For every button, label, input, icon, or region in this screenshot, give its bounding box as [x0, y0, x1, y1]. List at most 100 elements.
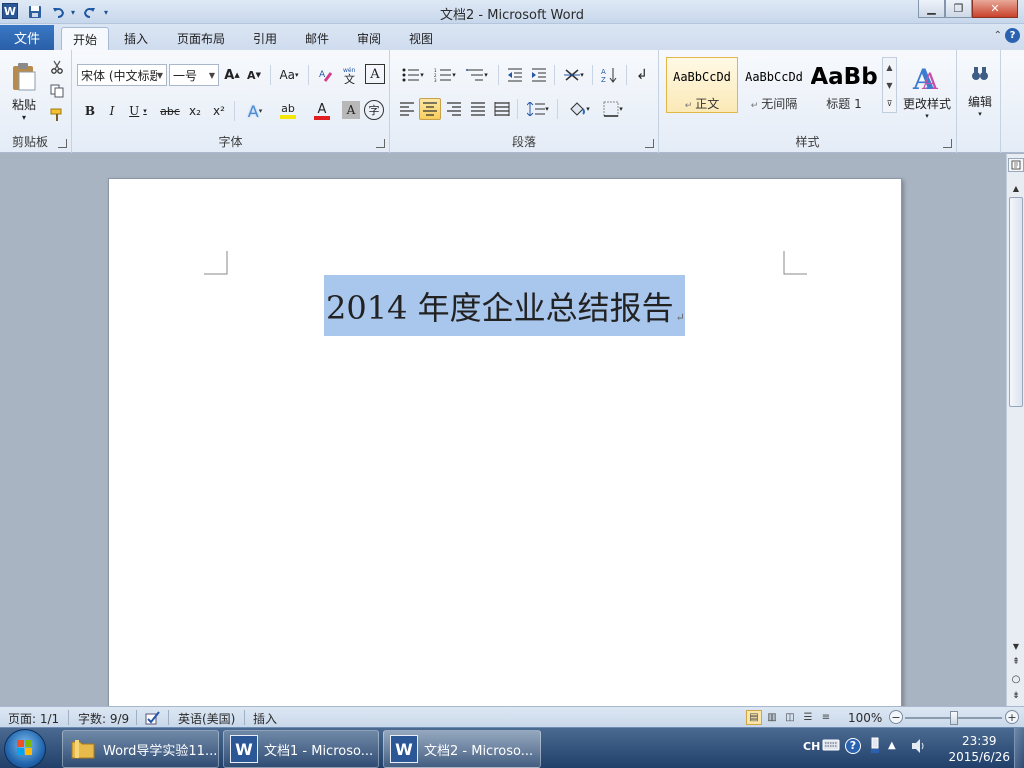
shading-button[interactable]: ▾ — [563, 98, 595, 120]
underline-button[interactable]: U ▾ — [124, 100, 152, 122]
subscript-button[interactable]: x₂ — [184, 100, 206, 122]
show-desktop-button[interactable] — [1014, 728, 1024, 768]
justify-icon[interactable] — [467, 98, 489, 120]
tab-view[interactable]: 视图 — [401, 27, 441, 50]
keyboard-icon[interactable] — [822, 738, 840, 755]
tray-tool-icon[interactable] — [869, 737, 881, 758]
help-icon[interactable]: ? — [845, 738, 861, 754]
ime-indicator[interactable]: CH — [803, 740, 820, 753]
show-hidden-icons-icon[interactable]: ▲ — [888, 740, 896, 751]
gallery-more-icon[interactable]: ⊽ — [887, 99, 893, 108]
grow-font-button[interactable]: A ▲ — [222, 64, 242, 86]
zoom-slider-thumb[interactable] — [949, 711, 958, 725]
align-left-icon[interactable] — [396, 98, 418, 120]
character-border-button[interactable]: A — [365, 64, 385, 84]
outline-view-icon[interactable]: ☰ — [800, 710, 816, 725]
tab-insert[interactable]: 插入 — [116, 27, 156, 50]
document-page[interactable]: 2014 年度企业总结报告 ↵ — [108, 178, 902, 718]
paste-button[interactable]: 粘贴 ▾ — [6, 56, 42, 128]
show-marks-icon[interactable]: ↲ — [632, 64, 652, 86]
gallery-down-icon[interactable]: ▼ — [886, 81, 892, 90]
scroll-down-icon[interactable]: ▼ — [1008, 638, 1024, 654]
change-styles-button[interactable]: AA 更改样式 ▾ — [901, 56, 953, 126]
maximize-icon[interactable]: ❐ — [945, 0, 972, 18]
align-right-icon[interactable] — [443, 98, 465, 120]
increase-indent-icon[interactable] — [528, 64, 550, 86]
zoom-in-icon[interactable]: + — [1005, 710, 1019, 724]
browse-object-icon[interactable]: ○ — [1008, 671, 1024, 687]
clear-format-icon[interactable]: A — [315, 64, 337, 86]
style-no-spacing[interactable]: AaBbCcDd ↵ 无间隔 — [738, 57, 810, 113]
help-icon[interactable]: ? — [1005, 28, 1020, 43]
gallery-up-icon[interactable]: ▲ — [886, 63, 892, 72]
draft-view-icon[interactable]: ≡ — [818, 710, 834, 725]
phonetic-guide-button[interactable]: wén 文 — [340, 64, 362, 86]
styles-launcher-icon[interactable] — [943, 139, 952, 148]
distributed-icon[interactable] — [491, 98, 513, 120]
character-shading-button[interactable]: A — [342, 101, 360, 119]
decrease-indent-icon[interactable] — [504, 64, 526, 86]
previous-page-icon[interactable]: ⇞ — [1008, 654, 1024, 670]
tab-references[interactable]: 引用 — [245, 27, 285, 50]
font-launcher-icon[interactable] — [376, 139, 385, 148]
strikethrough-button[interactable]: abc — [158, 100, 182, 122]
clock[interactable]: 23:39 2015/6/26 — [948, 733, 1010, 765]
zoom-level[interactable]: 100% — [848, 710, 882, 726]
cut-icon[interactable] — [48, 58, 66, 76]
style-heading-1[interactable]: AaBb 标题 1 — [810, 57, 878, 113]
numbering-button[interactable]: 1 2 3 ▾ — [430, 64, 460, 86]
close-icon[interactable]: ✕ — [972, 0, 1018, 18]
font-name-select[interactable]: 宋体 (中文标题 ▼ — [77, 64, 167, 86]
borders-button[interactable]: ▾ — [597, 98, 629, 120]
clipboard-launcher-icon[interactable] — [58, 139, 67, 148]
shrink-font-button[interactable]: A ▼ — [244, 64, 264, 86]
style-normal[interactable]: AaBbCcDd ↵ 正文 — [666, 57, 738, 113]
insert-mode[interactable]: 插入 — [253, 710, 277, 726]
heading-text[interactable]: 2014 年度企业总结报告 — [326, 283, 674, 329]
taskbar-item-doc1[interactable]: W 文档1 - Microso... — [223, 730, 379, 768]
bullets-button[interactable]: ▾ — [398, 64, 428, 86]
minimize-ribbon-icon[interactable]: ⌃ — [994, 30, 1002, 41]
align-center-button[interactable] — [419, 98, 441, 120]
document-heading[interactable]: 2014 年度企业总结报告 ↵ — [324, 275, 685, 336]
text-effects-button[interactable]: A ▾ — [240, 100, 270, 122]
word-count[interactable]: 字数: 9/9 — [78, 710, 129, 726]
sort-icon[interactable]: AZ — [598, 64, 620, 86]
next-page-icon[interactable]: ⇟ — [1008, 688, 1024, 704]
proofing-icon[interactable] — [145, 710, 161, 726]
paste-dropdown-icon[interactable]: ▾ — [22, 113, 26, 122]
font-color-button[interactable]: A — [306, 100, 338, 122]
copy-icon[interactable] — [48, 82, 66, 100]
paragraph-launcher-icon[interactable] — [645, 139, 654, 148]
print-layout-view-icon[interactable]: ▤ — [746, 710, 762, 725]
line-spacing-button[interactable]: ▾ — [523, 98, 553, 120]
file-tab[interactable]: 文件 — [0, 25, 54, 50]
taskbar-item-explorer[interactable]: Word导学实验11... — [62, 730, 219, 768]
web-layout-icon[interactable]: ◫ — [782, 710, 798, 725]
scroll-thumb[interactable] — [1009, 197, 1023, 407]
minimize-icon[interactable]: ▁ — [918, 0, 945, 18]
taskbar-item-doc2[interactable]: W 文档2 - Microso... — [383, 730, 541, 768]
enclose-characters-button[interactable]: 字 — [364, 100, 384, 120]
ruler-toggle-icon[interactable] — [1008, 158, 1024, 172]
page-count[interactable]: 页面: 1/1 — [8, 710, 59, 726]
editing-button[interactable]: 编辑 ▾ — [961, 56, 999, 126]
vertical-scrollbar[interactable]: ▲ ▼ ⇞ ○ ⇟ — [1006, 154, 1024, 706]
scroll-up-icon[interactable]: ▲ — [1008, 180, 1024, 196]
volume-icon[interactable] — [910, 738, 928, 757]
format-painter-icon[interactable] — [48, 106, 66, 124]
tab-home[interactable]: 开始 — [61, 27, 109, 50]
language-indicator[interactable]: 英语(美国) — [178, 710, 235, 726]
tab-review[interactable]: 审阅 — [349, 27, 389, 50]
font-size-select[interactable]: 一号 ▼ — [169, 64, 219, 86]
highlight-button[interactable]: ab — [272, 100, 304, 122]
change-case-button[interactable]: Aa ▾ — [276, 64, 302, 86]
tab-mailings[interactable]: 邮件 — [297, 27, 337, 50]
chinese-layout-button[interactable]: ▾ — [560, 64, 588, 86]
full-screen-reading-icon[interactable]: ▥ — [764, 710, 780, 725]
tab-page-layout[interactable]: 页面布局 — [170, 27, 232, 50]
zoom-out-icon[interactable]: − — [889, 710, 903, 724]
superscript-button[interactable]: x² — [208, 100, 230, 122]
start-button[interactable] — [4, 729, 46, 768]
multilevel-list-button[interactable]: ▾ — [462, 64, 492, 86]
